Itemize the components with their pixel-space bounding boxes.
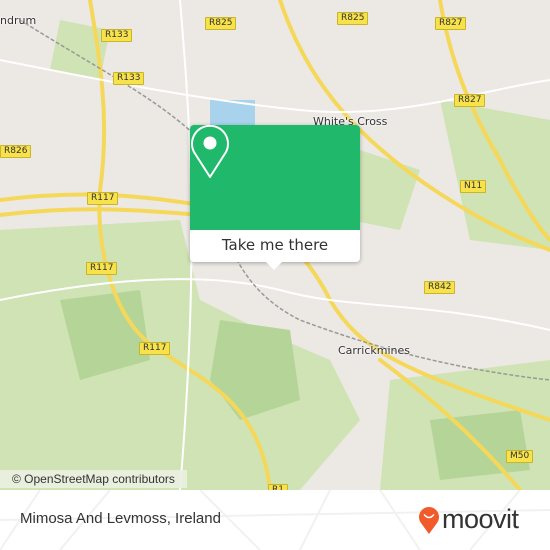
popup-pointer: [265, 261, 283, 270]
map-pin-icon: [191, 125, 229, 178]
place-label: ndrum: [0, 14, 37, 27]
road-shield: R827: [454, 94, 486, 107]
location-popup: Take me there: [190, 125, 360, 270]
road-shield: M50: [506, 450, 534, 463]
road-shield: R842: [424, 281, 456, 294]
take-me-there-button[interactable]: Take me there: [190, 230, 360, 262]
map[interactable]: ndrum White's Cross Carrickmines R825 R8…: [0, 0, 550, 490]
road-shield: R825: [205, 17, 237, 30]
road-shield: R826: [0, 145, 32, 158]
road-shield: R825: [337, 12, 369, 25]
road-shield: R117: [87, 192, 119, 205]
road-shield: R133: [101, 29, 133, 42]
road-shield: R827: [435, 17, 467, 30]
road-shield: R117: [139, 342, 171, 355]
popup-header: [190, 125, 360, 230]
moovit-pin-icon: [419, 506, 439, 534]
road-shield: N11: [460, 180, 487, 193]
place-label: Carrickmines: [338, 344, 410, 357]
moovit-wordmark: moovit: [442, 504, 519, 534]
road-shield: R117: [86, 262, 118, 275]
moovit-logo[interactable]: moovit: [418, 504, 519, 535]
road-shield: R133: [113, 72, 145, 85]
osm-attribution[interactable]: © OpenStreetMap contributors: [0, 470, 187, 488]
location-title: Mimosa And Levmoss, Ireland: [20, 510, 221, 527]
